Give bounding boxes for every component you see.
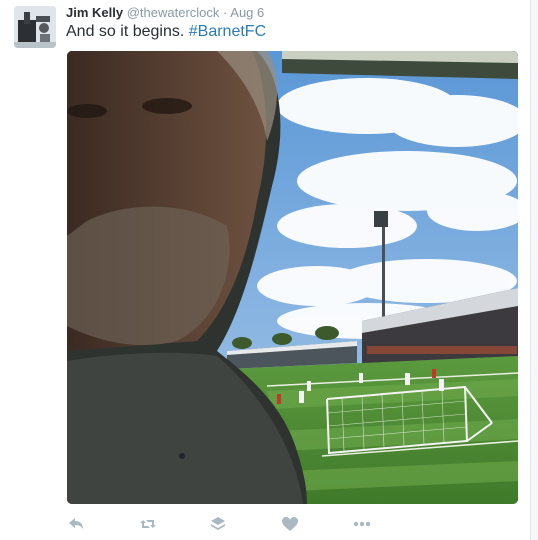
hashtag-link[interactable]: #BarnetFC — [189, 23, 266, 40]
timestamp[interactable]: Aug 6 — [230, 5, 264, 20]
avatar[interactable] — [14, 6, 56, 48]
tweet-text: And so it begins. #BarnetFC — [66, 22, 266, 42]
tweet-photo[interactable] — [67, 51, 518, 504]
buffer-button[interactable] — [208, 514, 228, 534]
tweet-actions — [66, 514, 466, 534]
stadium-selfie-photo — [67, 51, 518, 504]
stack-icon — [211, 517, 225, 530]
reply-icon — [69, 518, 83, 529]
more-icon — [353, 521, 371, 527]
retweet-icon — [140, 520, 156, 528]
separator: · — [223, 5, 228, 20]
reply-button[interactable] — [66, 514, 86, 534]
retweet-button[interactable] — [138, 514, 158, 534]
more-button[interactable] — [352, 514, 372, 534]
tweet-card: Jim Kelly @thewaterclock · Aug 6 And so … — [0, 0, 531, 540]
author-handle[interactable]: @thewaterclock — [127, 5, 220, 20]
author-name[interactable]: Jim Kelly — [66, 5, 123, 20]
tweet-header: Jim Kelly @thewaterclock · Aug 6 — [66, 5, 264, 21]
heart-icon — [282, 517, 298, 531]
like-button[interactable] — [280, 514, 300, 534]
tweet-body: And so it begins. — [66, 23, 185, 40]
avatar-image — [14, 6, 56, 48]
